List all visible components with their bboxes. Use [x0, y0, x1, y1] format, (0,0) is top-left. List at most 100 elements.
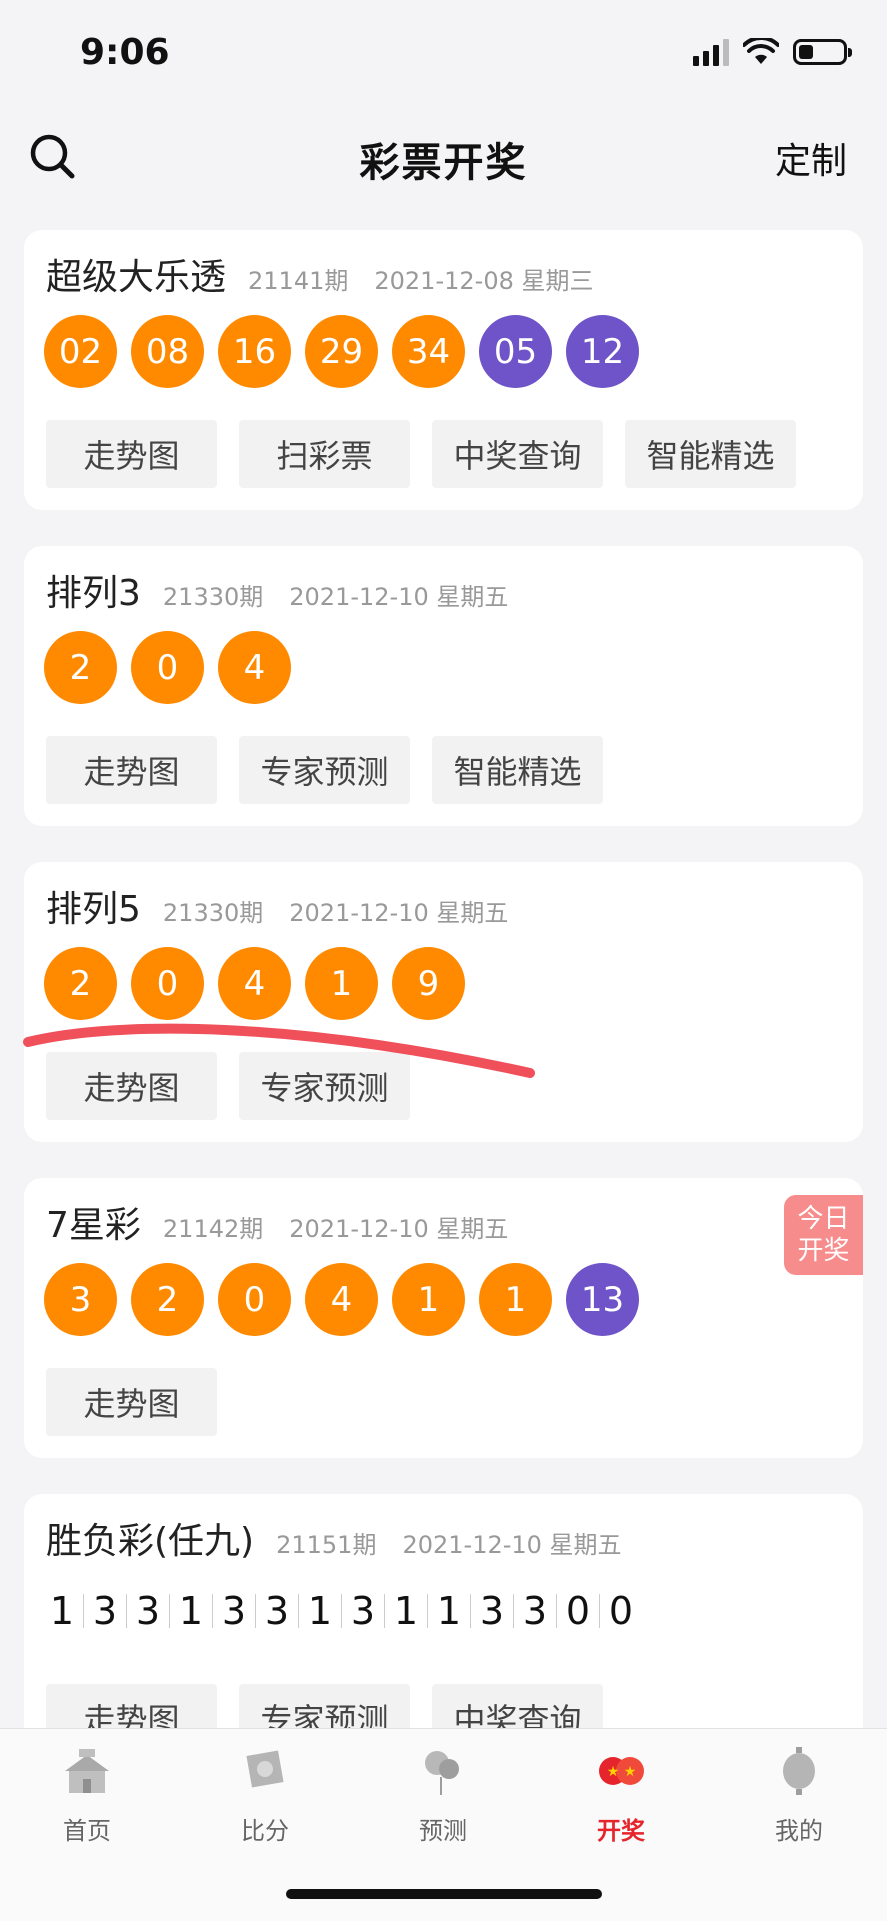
- lottery-name: 胜负彩(任九): [46, 1521, 255, 1562]
- smart-pick-button[interactable]: 智能精选: [432, 736, 603, 804]
- action-buttons: 走势图 扫彩票 中奖查询 智能精选: [46, 420, 796, 488]
- match-result: 3: [135, 1589, 161, 1633]
- tab-mine[interactable]: 我的: [739, 1743, 859, 1846]
- match-result: 3: [350, 1589, 376, 1633]
- draw-date: 2021-12-10 星期五: [402, 1531, 622, 1559]
- red-ball: 16: [218, 315, 291, 388]
- issue-number: 21151期: [276, 1531, 377, 1559]
- red-ball: 2: [131, 1263, 204, 1336]
- expert-prediction-button[interactable]: 专家预测: [239, 1052, 410, 1120]
- svg-text:★: ★: [624, 1764, 637, 1780]
- result-divider: [599, 1594, 600, 1628]
- lottery-name: 排列5: [46, 889, 141, 930]
- result-divider: [298, 1594, 299, 1628]
- cellular-signal-icon: [693, 38, 729, 66]
- tab-label: 预测: [419, 1817, 467, 1845]
- match-result: 0: [565, 1589, 591, 1633]
- trend-chart-button[interactable]: 走势图: [46, 736, 217, 804]
- home-indicator[interactable]: [286, 1889, 602, 1899]
- result-divider: [470, 1594, 471, 1628]
- status-bar: 9:06: [0, 0, 887, 110]
- lottery-card-pailie3: 排列3 21330期 2021-12-10 星期五 2 0 4 走势图 专家预测…: [24, 546, 863, 826]
- smart-pick-button[interactable]: 智能精选: [625, 420, 796, 488]
- red-ball: 0: [131, 631, 204, 704]
- ball-row: 02 08 16 29 34 05 12: [44, 315, 639, 388]
- prediction-balloon-icon: [425, 1751, 459, 1795]
- badge-line: 开奖: [797, 1236, 850, 1266]
- lottery-name: 排列3: [46, 573, 141, 614]
- red-ball: 2: [44, 947, 117, 1020]
- trend-chart-button[interactable]: 走势图: [46, 420, 217, 488]
- red-ball: 4: [218, 947, 291, 1020]
- tab-draw-results[interactable]: ★ ★ 开奖: [561, 1743, 681, 1846]
- expert-prediction-button[interactable]: 专家预测: [239, 736, 410, 804]
- page-title: 彩票开奖: [359, 140, 528, 186]
- match-result: 3: [221, 1589, 247, 1633]
- card-header: 胜负彩(任九) 21151期 2021-12-10 星期五: [46, 1512, 622, 1564]
- tab-label: 首页: [63, 1817, 111, 1845]
- tab-prediction[interactable]: 预测: [383, 1743, 503, 1846]
- status-time: 9:06: [80, 32, 170, 73]
- red-ball: 02: [44, 315, 117, 388]
- result-divider: [384, 1594, 385, 1628]
- match-result: 1: [436, 1589, 462, 1633]
- trend-chart-button[interactable]: 走势图: [46, 1368, 217, 1436]
- issue-number: 21142期: [162, 1215, 264, 1243]
- tab-score[interactable]: 比分: [205, 1743, 325, 1846]
- trend-chart-button[interactable]: 走势图: [46, 1052, 217, 1120]
- match-result: 0: [608, 1589, 634, 1633]
- issue-number: 21330期: [162, 899, 264, 927]
- card-header: 7星彩 21142期 2021-12-10 星期五: [46, 1196, 508, 1248]
- match-result: 1: [49, 1589, 75, 1633]
- status-icons: [693, 38, 852, 66]
- red-ball: 3: [44, 1263, 117, 1336]
- svg-text:★: ★: [607, 1764, 620, 1780]
- nav-bar: 彩票开奖 定制: [0, 110, 887, 210]
- result-divider: [427, 1594, 428, 1628]
- result-divider: [169, 1594, 170, 1628]
- red-ball: 4: [218, 631, 291, 704]
- red-ball: 1: [479, 1263, 552, 1336]
- result-divider: [126, 1594, 127, 1628]
- red-ball: 29: [305, 315, 378, 388]
- bottom-tab-bar: 首页 比分 预测 ★ ★ 开奖 我的: [0, 1728, 887, 1921]
- red-ball: 0: [131, 947, 204, 1020]
- ball-row: 3 2 0 4 1 1 13: [44, 1263, 639, 1336]
- draw-date: 2021-12-08 星期三: [374, 267, 594, 295]
- action-buttons: 走势图 专家预测: [46, 1052, 410, 1120]
- card-header: 排列5 21330期 2021-12-10 星期五: [46, 880, 508, 932]
- card-header: 超级大乐透 21141期 2021-12-08 星期三: [46, 248, 593, 300]
- customize-button[interactable]: 定制: [775, 132, 847, 184]
- result-divider: [556, 1594, 557, 1628]
- blue-ball: 13: [566, 1263, 639, 1336]
- wifi-icon: [743, 38, 779, 64]
- tab-home[interactable]: 首页: [27, 1743, 147, 1846]
- draw-date: 2021-12-10 星期五: [289, 1215, 509, 1243]
- red-ball: 1: [305, 947, 378, 1020]
- issue-number: 21141期: [248, 267, 349, 295]
- red-ball: 9: [392, 947, 465, 1020]
- action-buttons: 走势图: [46, 1368, 217, 1436]
- scan-ticket-button[interactable]: 扫彩票: [239, 420, 410, 488]
- today-draw-badge: 今日 开奖: [784, 1195, 863, 1275]
- red-ball: 08: [131, 315, 204, 388]
- draw-date: 2021-12-10 星期五: [289, 583, 509, 611]
- prize-query-button[interactable]: 中奖查询: [432, 420, 603, 488]
- lottery-name: 超级大乐透: [46, 257, 227, 298]
- profile-lantern-icon: [783, 1747, 815, 1795]
- match-result: 3: [92, 1589, 118, 1633]
- action-buttons: 走势图 专家预测 智能精选: [46, 736, 603, 804]
- card-header: 排列3 21330期 2021-12-10 星期五: [46, 564, 508, 616]
- draw-date: 2021-12-10 星期五: [289, 899, 509, 927]
- lottery-card-pailie5: 排列5 21330期 2021-12-10 星期五 2 0 4 1 9 走势图 …: [24, 862, 863, 1142]
- lottery-name: 7星彩: [46, 1205, 141, 1246]
- tab-label: 我的: [775, 1817, 823, 1845]
- draw-balls-icon: ★ ★: [599, 1757, 644, 1785]
- tab-label: 开奖: [597, 1817, 645, 1845]
- red-ball: 4: [305, 1263, 378, 1336]
- result-divider: [83, 1594, 84, 1628]
- ball-row: 2 0 4 1 9: [44, 947, 465, 1020]
- home-tower-icon: [65, 1749, 109, 1793]
- match-result: 3: [522, 1589, 548, 1633]
- result-divider: [255, 1594, 256, 1628]
